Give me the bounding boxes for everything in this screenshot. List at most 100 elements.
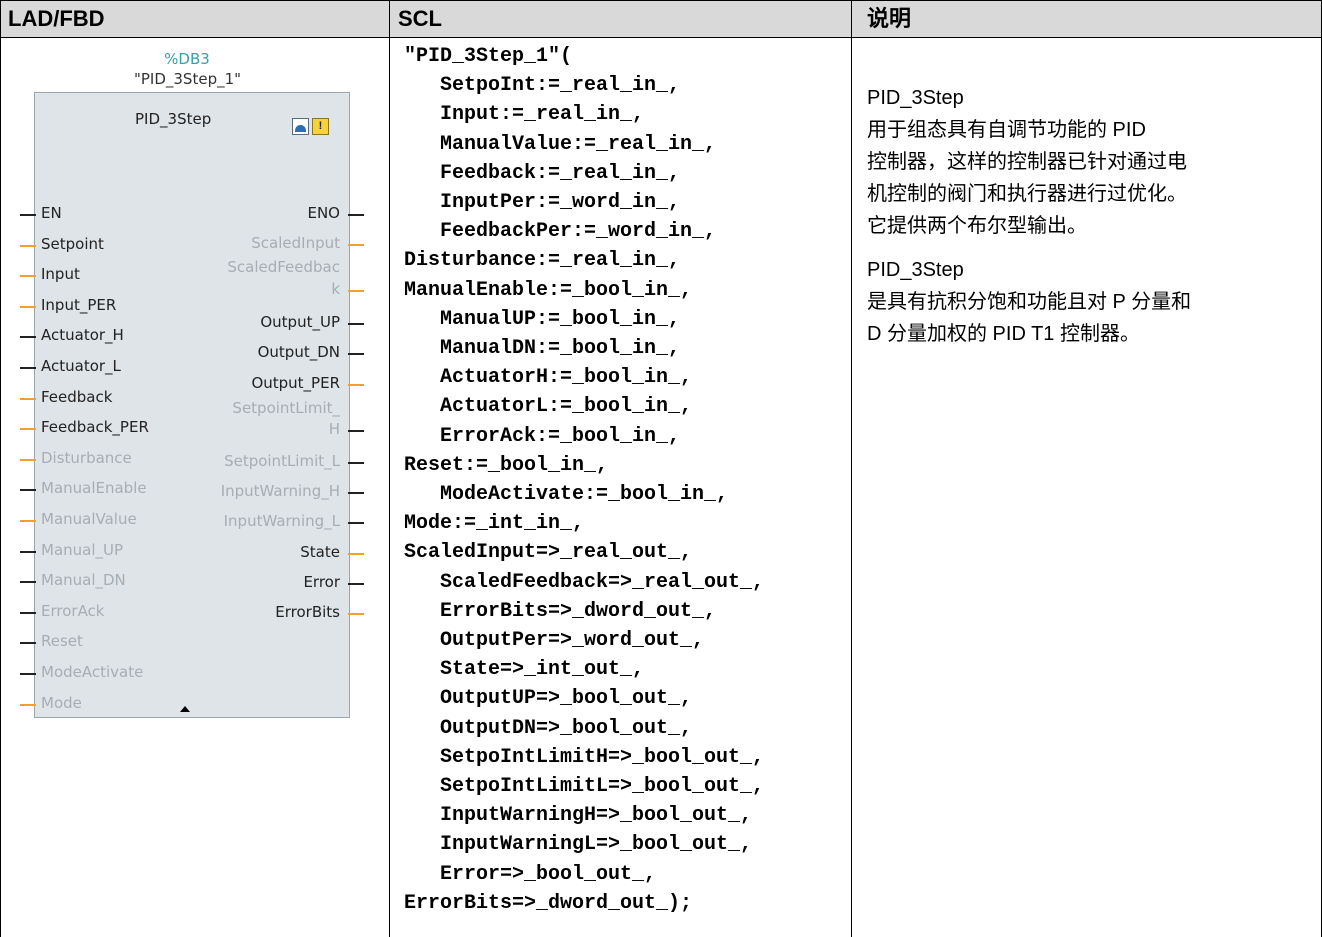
desc-p1-line: 它提供两个布尔型输出。 bbox=[867, 215, 1087, 237]
input-pin-lead[interactable] bbox=[20, 214, 36, 216]
output-pin-lead[interactable] bbox=[348, 214, 364, 216]
output-pin-label: ScaledFeedbac bbox=[227, 258, 340, 276]
input-pin-lead[interactable] bbox=[20, 611, 36, 614]
output-pin-lead[interactable] bbox=[348, 522, 364, 524]
input-pin-label: ManualEnable bbox=[41, 479, 147, 498]
desc-p2-title: PID_3Step bbox=[867, 259, 964, 281]
scl-code-line: SetpoIntLimitL=>_bool_out_, bbox=[404, 775, 765, 798]
input-pin-lead[interactable] bbox=[20, 275, 36, 278]
scl-code-line: ErrorBits=>_dword_out_, bbox=[404, 599, 717, 623]
description: PID_3Step 用于组态具有自调节功能的 PID 控制器，这样的控制器已针对… bbox=[867, 82, 1317, 350]
input-pin-label: Actuator_H bbox=[41, 326, 124, 345]
output-pin-label: H bbox=[328, 420, 340, 438]
scl-code-line: Mode:=_int_in_, bbox=[404, 512, 585, 536]
table-left-border bbox=[0, 0, 1, 937]
input-pin-lead[interactable] bbox=[20, 489, 36, 492]
input-pin-label: Feedback_PER bbox=[41, 418, 149, 437]
block-tuning-icon[interactable] bbox=[292, 118, 309, 135]
output-pin-label: InputWarning_L bbox=[223, 512, 340, 530]
input-pin-lead[interactable] bbox=[20, 458, 36, 461]
scl-code-line: SetpoInt:=_real_in_, bbox=[404, 74, 681, 98]
scl-code-line: Feedback:=_real_in_, bbox=[404, 161, 681, 185]
output-pin-label: InputWarning_H bbox=[220, 482, 340, 500]
input-pin-label: ErrorAck bbox=[41, 601, 105, 620]
scl-code-line: Disturbance:=_real_in_, bbox=[404, 249, 681, 273]
input-pin-lead[interactable] bbox=[20, 305, 36, 308]
input-pin-label: ModeActivate bbox=[41, 663, 144, 681]
output-pin-lead[interactable] bbox=[348, 583, 364, 585]
output-pin-lead[interactable] bbox=[348, 244, 364, 246]
header-description: 说明 bbox=[867, 6, 912, 31]
output-pin-lead[interactable] bbox=[348, 353, 364, 355]
scl-code-line: Input:=_real_in_, bbox=[404, 103, 645, 127]
scl-code-line: InputWarningH=>_bool_out_, bbox=[404, 804, 753, 828]
input-pin-label: EN bbox=[41, 204, 62, 222]
input-pin-label: Feedback bbox=[41, 387, 113, 406]
input-pin-lead[interactable] bbox=[20, 581, 36, 584]
output-pin-lead[interactable] bbox=[348, 462, 364, 464]
scl-code-line: Error=>_bool_out_, bbox=[404, 862, 657, 886]
scl-code-line: ManualUP:=_bool_in_, bbox=[404, 307, 681, 331]
input-pin-label: Reset bbox=[41, 632, 83, 651]
input-pin-label: Actuator_L bbox=[41, 357, 121, 375]
scl-code-line: ErrorBits=>_dword_out_); bbox=[404, 891, 693, 915]
output-pin-lead[interactable] bbox=[348, 613, 364, 615]
desc-p1-line: 控制器，这样的控制器已针对通过电 bbox=[867, 151, 1187, 173]
output-pin-label: Output_UP bbox=[260, 313, 340, 331]
output-pin-lead[interactable] bbox=[348, 290, 364, 292]
scl-code-line: ErrorAck:=_bool_in_, bbox=[404, 424, 681, 448]
output-pin-lead[interactable] bbox=[348, 430, 364, 432]
output-pin-label: SetpointLimit_ bbox=[232, 399, 340, 417]
scl-code-line: ManualEnable:=_bool_in_, bbox=[404, 278, 693, 302]
scl-code-line: OutputUP=>_bool_out_, bbox=[404, 687, 693, 711]
input-pin-lead[interactable] bbox=[20, 367, 36, 369]
input-pin-lead[interactable] bbox=[20, 244, 36, 247]
header-lad-fbd: LAD/FBD bbox=[8, 6, 105, 31]
output-pin-label: k bbox=[331, 280, 340, 298]
collapse-arrow-icon[interactable] bbox=[180, 706, 190, 712]
scl-code-line: OutputDN=>_bool_out_, bbox=[404, 716, 693, 740]
output-pin-lead[interactable] bbox=[348, 384, 364, 386]
scl-code-line: ManualDN:=_bool_in_, bbox=[404, 337, 681, 360]
input-pin-label: ManualValue bbox=[41, 510, 137, 528]
scl-code-line: InputPer:=_word_in_, bbox=[404, 191, 681, 214]
table-top-border bbox=[0, 0, 1322, 1]
input-pin-label: Setpoint bbox=[41, 234, 104, 253]
scl-code-line: ScaledInput=>_real_out_, bbox=[404, 541, 693, 565]
db-number: %DB3 bbox=[164, 50, 210, 68]
input-pin-lead[interactable] bbox=[20, 397, 36, 400]
desc-p2-line: D 分量加权的 PID T1 控制器。 bbox=[867, 323, 1140, 345]
output-pin-label: ErrorBits bbox=[275, 603, 340, 621]
header-scl: SCL bbox=[398, 6, 442, 31]
input-pin-label: Input_PER bbox=[41, 295, 117, 314]
scl-code-line: Reset:=_bool_in_, bbox=[404, 453, 609, 477]
output-pin-lead[interactable] bbox=[348, 492, 364, 494]
desc-p1-title: PID_3Step bbox=[867, 87, 964, 109]
scl-code-line: ModeActivate:=_bool_in_, bbox=[404, 483, 729, 506]
scl-code-line: SetpoIntLimitH=>_bool_out_, bbox=[404, 745, 765, 769]
header-divider bbox=[0, 37, 1322, 38]
output-pin-label: Output_DN bbox=[257, 343, 340, 361]
input-pin-lead[interactable] bbox=[20, 520, 36, 522]
instance-name: "PID_3Step_1" bbox=[133, 70, 242, 88]
output-pin-lead[interactable] bbox=[348, 553, 364, 555]
scl-code-line: State=>_int_out_, bbox=[404, 658, 645, 682]
input-pin-lead[interactable] bbox=[20, 703, 36, 706]
input-pin-lead[interactable] bbox=[20, 550, 36, 553]
output-pin-label: ScaledInput bbox=[251, 234, 340, 252]
input-pin-lead[interactable] bbox=[20, 336, 36, 339]
input-pin-lead[interactable] bbox=[20, 673, 36, 675]
scl-code-line: FeedbackPer:=_word_in_, bbox=[404, 220, 717, 244]
column-divider-2 bbox=[851, 0, 852, 937]
input-pin-lead[interactable] bbox=[20, 642, 36, 645]
output-pin-lead[interactable] bbox=[348, 323, 364, 325]
input-pin-lead[interactable] bbox=[20, 428, 36, 431]
scl-code-line: ScaledFeedback=>_real_out_, bbox=[404, 570, 765, 594]
input-pin-label: Manual_UP bbox=[41, 540, 124, 559]
output-pin-label: Output_PER bbox=[251, 374, 340, 392]
output-pin-label: Error bbox=[303, 573, 340, 591]
output-pin-label: State bbox=[300, 543, 340, 561]
desc-p2-line: 是具有抗积分饱和功能且对 P 分量和 bbox=[867, 291, 1192, 313]
input-pin-label: Manual_DN bbox=[41, 571, 126, 590]
block-commissioning-icon[interactable]: ! bbox=[312, 118, 329, 135]
